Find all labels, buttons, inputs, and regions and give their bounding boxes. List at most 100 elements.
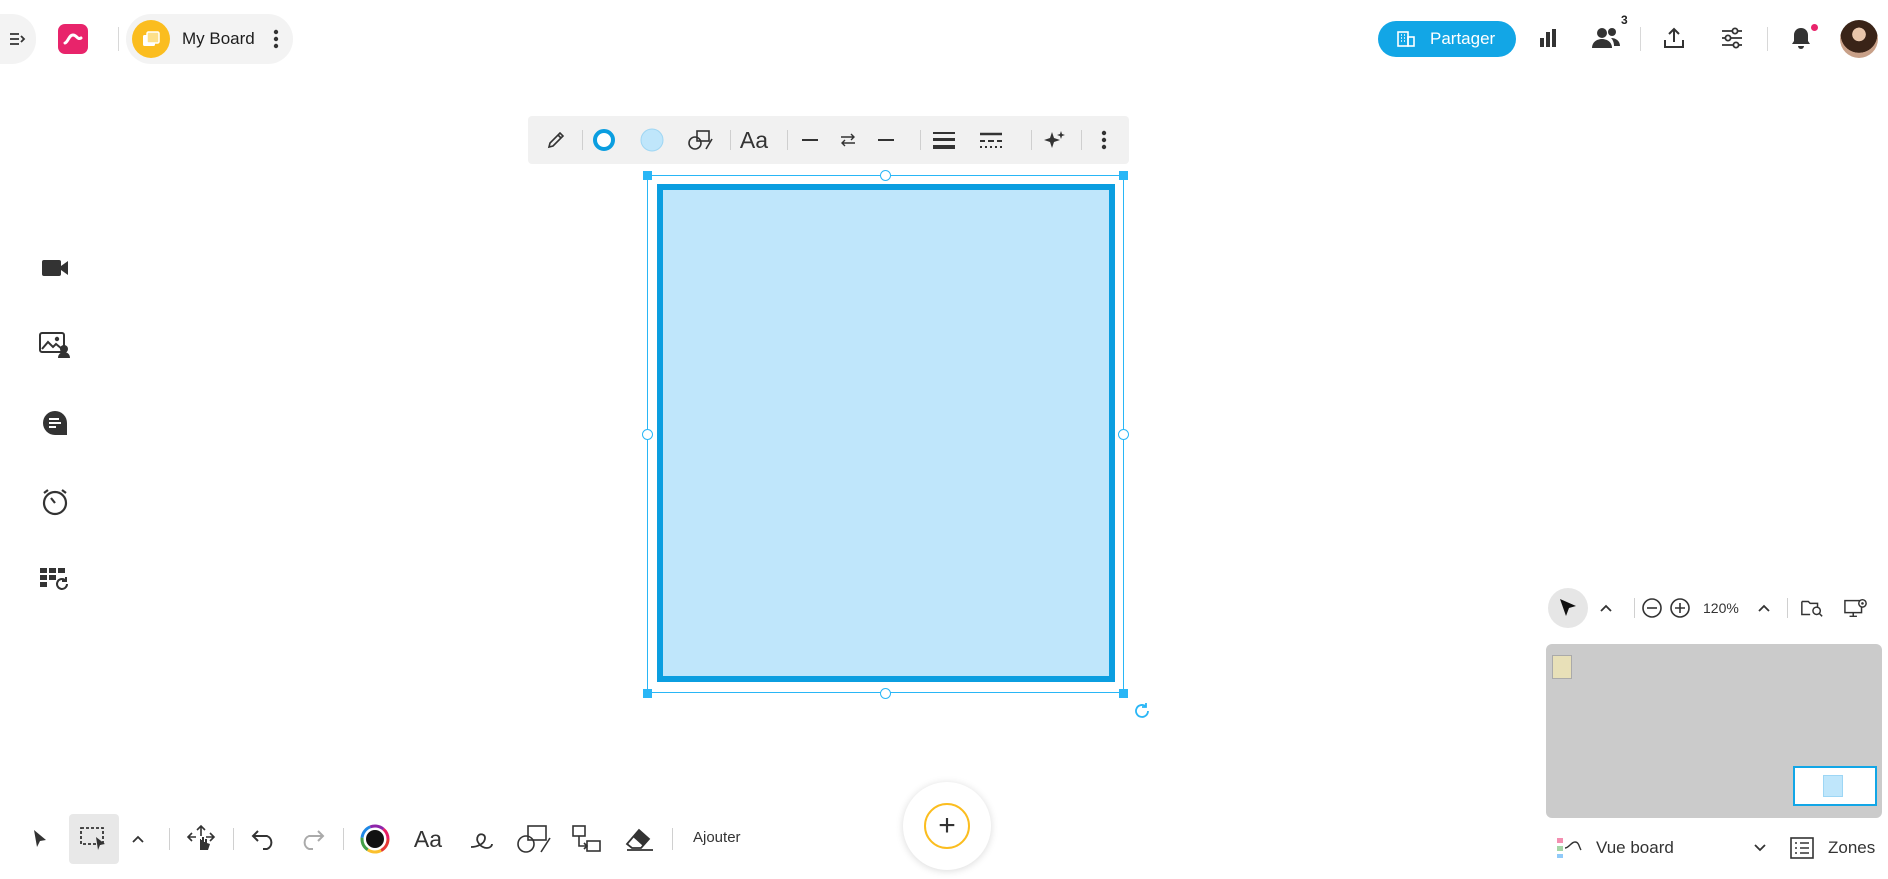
divider [1640,27,1641,51]
board-name[interactable]: My Board [182,29,255,49]
text-tool-button[interactable]: Aa [408,819,448,859]
templates-button[interactable] [38,562,72,596]
timer-button[interactable] [38,484,72,518]
cursor-options-toggle[interactable] [1594,596,1618,620]
stroke-style-button[interactable] [975,124,1007,156]
resize-handle-top[interactable] [880,170,891,181]
select-tool-button[interactable] [20,819,60,859]
share-button[interactable]: Partager [1378,21,1516,57]
divider [1767,27,1768,51]
divider [233,828,234,850]
zoom-options-toggle[interactable] [1752,596,1776,620]
stroke-color-icon [593,129,615,151]
more-options-button[interactable] [1088,124,1120,156]
add-content-fab[interactable]: + [903,782,991,870]
divider [920,130,921,150]
shape-type-button[interactable] [685,124,717,156]
resize-handle-bottom[interactable] [880,688,891,699]
marquee-select-button[interactable] [69,814,119,864]
kebab-menu-icon[interactable] [273,29,279,49]
image-gallery-icon [39,332,70,358]
fill-color-button[interactable] [636,124,668,156]
line-end-icon [878,139,894,141]
stats-button[interactable] [1532,22,1564,54]
edit-shape-button[interactable] [540,124,572,156]
folder-search-icon [1801,600,1823,617]
line-end-button[interactable] [870,124,902,156]
video-camera-icon [42,260,68,276]
divider [1634,598,1635,618]
presentation-settings-button[interactable] [1844,596,1868,620]
bell-icon [1792,28,1810,49]
chat-button[interactable] [38,406,72,440]
search-board-button[interactable] [1800,596,1824,620]
video-button[interactable] [38,251,72,285]
undo-icon [251,830,273,850]
divider [730,130,731,150]
resize-handle-bottom-right[interactable] [1119,689,1128,698]
chevron-up-icon [1600,604,1612,612]
connector-tool-button[interactable] [567,819,607,859]
export-button[interactable] [1658,22,1690,54]
shape-tool-button[interactable] [514,819,554,859]
minimap-item [1552,655,1572,679]
redo-button[interactable] [292,819,332,859]
folder-icon [143,31,160,46]
divider [118,27,119,51]
stroke-color-button[interactable] [588,124,620,156]
select-options-toggle[interactable] [118,819,158,859]
view-selector[interactable]: Vue board [1556,836,1766,860]
zones-button[interactable]: Zones [1790,836,1875,860]
flowchart-connector-icon [572,825,601,852]
rotate-handle[interactable] [1133,702,1151,720]
plus-icon: + [924,803,970,849]
bar-chart-icon [1540,29,1556,47]
divider [169,828,170,850]
divider [1787,598,1788,618]
color-picker-button[interactable] [355,819,395,859]
divider [582,130,583,150]
collapse-sidebar-button[interactable] [0,14,36,64]
zoom-level[interactable]: 120% [1703,600,1739,616]
undo-button[interactable] [244,819,284,859]
ai-magic-button[interactable] [1038,124,1070,156]
screen-settings-icon [1844,598,1867,618]
app-logo[interactable] [58,24,88,54]
text-tool-label: Aa [413,825,443,852]
swap-ends-button[interactable] [832,124,864,156]
pan-tool-button[interactable] [181,819,221,859]
shapes-icon [688,130,713,150]
user-avatar[interactable] [1840,20,1878,58]
draw-tool-button[interactable] [461,819,501,859]
follow-cursor-button[interactable] [1548,588,1588,628]
minimap-shape [1823,775,1843,797]
board-menu[interactable]: My Board [126,14,293,64]
stroke-style-icon [980,132,1002,148]
add-button[interactable]: Ajouter [693,829,741,846]
zoom-out-button[interactable] [1640,596,1664,620]
upload-icon [1664,27,1684,48]
resize-handle-right[interactable] [1118,429,1129,440]
collaborators-button[interactable] [1590,22,1622,54]
pencil-icon [547,131,565,149]
divider [787,130,788,150]
line-start-button[interactable] [794,124,826,156]
zoom-in-button[interactable] [1668,596,1692,620]
chevron-up-icon [1758,604,1770,612]
media-library-button[interactable] [38,328,72,362]
board-icon [132,20,170,58]
sliders-icon [1722,27,1742,49]
resize-handle-top-right[interactable] [1119,171,1128,180]
divider [1081,130,1082,150]
stroke-width-button[interactable] [928,124,960,156]
chevron-up-icon [132,835,144,843]
resize-handle-top-left[interactable] [643,171,652,180]
fill-color-icon [640,128,664,152]
resize-handle-left[interactable] [642,429,653,440]
resize-handle-bottom-left[interactable] [643,689,652,698]
settings-button[interactable] [1716,22,1748,54]
collaborators-count: 3 [1621,13,1628,27]
eraser-tool-button[interactable] [620,819,660,859]
rectangle-shape[interactable] [657,184,1115,682]
text-format-button[interactable]: Aa [738,124,770,156]
